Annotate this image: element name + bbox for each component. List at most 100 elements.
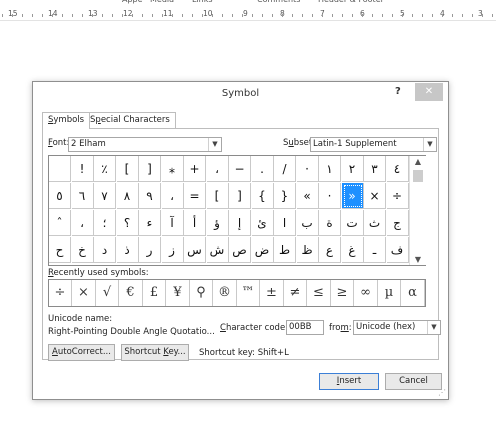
symbol-cell[interactable]: ،	[161, 183, 184, 209]
recent-symbol-cell[interactable]: ⚲	[190, 280, 213, 306]
grid-scrollbar[interactable]: ▲ ▼	[409, 156, 426, 265]
symbol-cell[interactable]: ·	[319, 183, 341, 209]
ruler-tick	[452, 14, 453, 17]
from-select[interactable]: Unicode (hex) ▼	[353, 320, 441, 335]
symbol-cell[interactable]: «	[296, 183, 319, 209]
symbol-cell[interactable]: ٨	[116, 183, 139, 209]
symbol-cell[interactable]: ء	[139, 210, 161, 236]
recent-symbol-cell[interactable]: €	[120, 280, 143, 306]
symbol-cell[interactable]: ٦	[71, 183, 94, 209]
symbol-cell[interactable]: ٤	[386, 156, 409, 182]
insert-button[interactable]: Insert	[319, 373, 379, 390]
symbol-cell[interactable]: ٢	[341, 156, 364, 182]
recent-symbol-cell[interactable]: ™	[237, 280, 260, 306]
recent-symbol-cell[interactable]: α	[402, 280, 425, 306]
ruler-tick	[222, 14, 223, 17]
font-select[interactable]: 2 Elham ▼	[68, 137, 222, 152]
scroll-down-icon[interactable]: ▼	[410, 255, 426, 264]
symbol-cell[interactable]: ⁎	[161, 156, 184, 182]
scroll-up-icon[interactable]: ▲	[410, 157, 426, 166]
symbol-cell[interactable]: إ	[229, 210, 251, 236]
ruler-tick	[132, 14, 133, 17]
symbol-cell[interactable]: ٧	[94, 183, 116, 209]
symbol-cell[interactable]: ت	[341, 210, 364, 236]
symbol-cell[interactable]: !	[71, 156, 94, 182]
symbol-cell[interactable]: ]	[229, 183, 251, 209]
symbol-cell[interactable]: ؟	[116, 210, 139, 236]
help-button[interactable]: ?	[395, 86, 401, 97]
recent-symbol-cell[interactable]: ¥	[167, 280, 190, 306]
symbol-cell[interactable]: ة	[319, 210, 341, 236]
symbol-cell[interactable]: أ	[184, 210, 206, 236]
cancel-button[interactable]: Cancel	[385, 373, 442, 390]
close-button[interactable]: ✕	[415, 83, 443, 101]
symbol-cell[interactable]: ·	[296, 156, 319, 182]
symbol-cell[interactable]: ج	[386, 210, 409, 236]
symbol-cell[interactable]: ئ	[251, 210, 274, 236]
recent-symbol-cell[interactable]: ≥	[331, 280, 354, 306]
symbol-cell[interactable]: {	[251, 183, 274, 209]
recent-symbol-cell[interactable]: ×	[73, 280, 96, 306]
resize-grip-icon[interactable]: ⋰	[438, 388, 446, 397]
symbol-cell[interactable]: ر	[139, 237, 161, 263]
symbol-cell[interactable]: خ	[71, 237, 94, 263]
symbol-cell[interactable]: [	[206, 183, 229, 209]
symbol-cell[interactable]: ،	[206, 156, 229, 182]
symbol-cell[interactable]: ح	[49, 237, 71, 263]
symbol-cell[interactable]: ث	[364, 210, 386, 236]
subset-select[interactable]: Latin-1 Supplement ▼	[310, 137, 437, 152]
symbol-cell[interactable]: ف	[386, 237, 409, 263]
symbol-cell[interactable]: ط	[274, 237, 296, 263]
symbol-cell[interactable]: ]	[139, 156, 161, 182]
symbol-cell[interactable]: .	[251, 156, 274, 182]
symbol-cell[interactable]	[49, 156, 71, 182]
recent-symbol-cell[interactable]: ≤	[308, 280, 331, 306]
symbol-cell[interactable]: ٥	[49, 183, 71, 209]
character-code-input[interactable]: 00BB	[286, 320, 324, 335]
tab-symbols[interactable]: Symbols	[42, 112, 91, 129]
recent-symbol-cell[interactable]: ®	[214, 280, 237, 306]
autocorrect-button[interactable]: AutoCorrect...	[48, 344, 115, 361]
symbol-cell[interactable]: د	[94, 237, 116, 263]
shortcut-key-button[interactable]: Shortcut Key...	[121, 344, 189, 361]
recent-symbol-cell[interactable]: ±	[261, 280, 284, 306]
symbol-cell[interactable]: »	[341, 183, 364, 209]
symbol-cell[interactable]: ع	[319, 237, 341, 263]
symbol-cell[interactable]: ٪	[94, 156, 116, 182]
symbol-cell[interactable]: ز	[161, 237, 184, 263]
symbol-cell[interactable]: ؤ	[206, 210, 229, 236]
symbol-cell[interactable]: س	[184, 237, 206, 263]
symbol-cell[interactable]: ˆ	[49, 210, 71, 236]
recent-symbol-cell[interactable]: £	[143, 280, 166, 306]
symbol-cell[interactable]: ش	[206, 237, 229, 263]
symbol-cell[interactable]: =	[184, 183, 206, 209]
symbol-cell[interactable]: ظ	[296, 237, 319, 263]
tab-special-characters[interactable]: Special Characters	[84, 112, 176, 128]
symbol-cell[interactable]: ٣	[364, 156, 386, 182]
symbol-cell[interactable]: ذ	[116, 237, 139, 263]
symbol-cell[interactable]: ب	[296, 210, 319, 236]
symbol-cell[interactable]: }	[274, 183, 296, 209]
symbol-cell[interactable]: ـ	[364, 237, 386, 263]
symbol-cell[interactable]: /	[274, 156, 296, 182]
symbol-cell[interactable]: ١	[319, 156, 341, 182]
recent-symbol-cell[interactable]: ≠	[284, 280, 307, 306]
recent-symbol-cell[interactable]: µ	[378, 280, 401, 306]
symbol-cell[interactable]: ض	[251, 237, 274, 263]
symbol-cell[interactable]: غ	[341, 237, 364, 263]
symbol-cell[interactable]: ص	[229, 237, 251, 263]
recent-symbol-cell[interactable]: ∞	[355, 280, 378, 306]
symbol-cell[interactable]: ا	[274, 210, 296, 236]
symbol-cell[interactable]: ÷	[386, 183, 409, 209]
symbol-cell[interactable]: ×	[364, 183, 386, 209]
recent-symbol-cell[interactable]: √	[96, 280, 119, 306]
scroll-thumb[interactable]	[413, 170, 423, 182]
symbol-cell[interactable]: ؛	[94, 210, 116, 236]
symbol-cell[interactable]: ،	[71, 210, 94, 236]
symbol-cell[interactable]: [	[116, 156, 139, 182]
symbol-cell[interactable]: −	[229, 156, 251, 182]
recent-symbol-cell[interactable]: ÷	[49, 280, 72, 306]
symbol-cell[interactable]: +	[184, 156, 206, 182]
symbol-cell[interactable]: ٩	[139, 183, 161, 209]
symbol-cell[interactable]: آ	[161, 210, 184, 236]
